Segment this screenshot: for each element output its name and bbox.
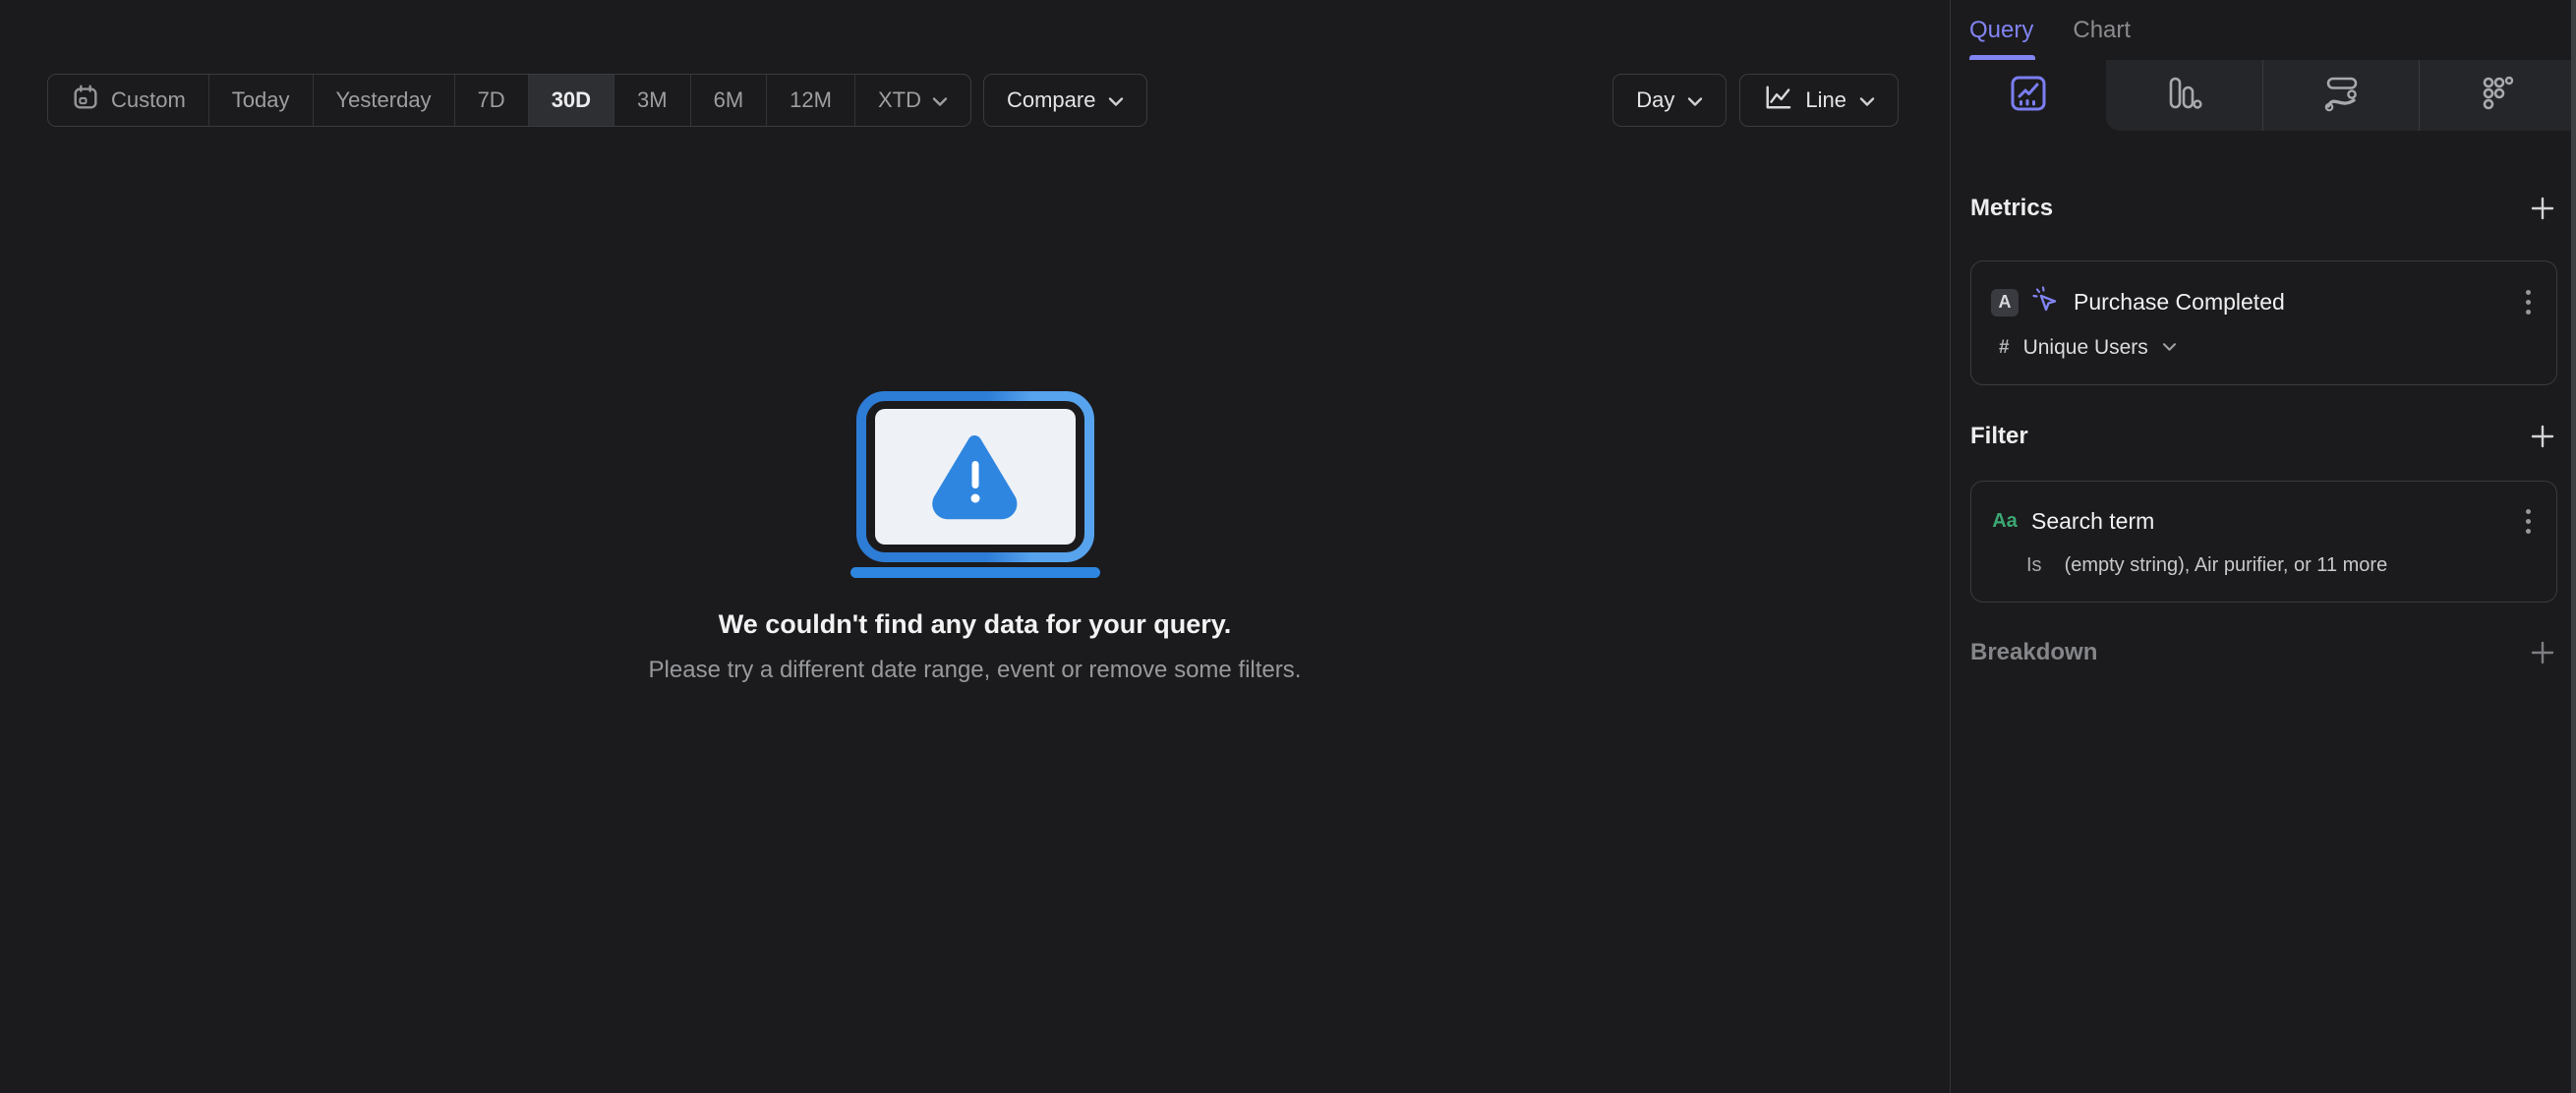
- aggregation-dropdown[interactable]: # Unique Users: [1991, 336, 2177, 360]
- query-toolbar: Custom Today Yesterday 7D 30D 3M 6M 12M …: [47, 74, 1899, 127]
- line-chart-icon: [1763, 84, 1792, 117]
- metric-card[interactable]: A Purchase Completed # Unique Users: [1970, 260, 2557, 385]
- date-range-xtd[interactable]: XTD: [855, 75, 970, 126]
- funnels-icon: [2165, 75, 2202, 117]
- plus-icon: [2531, 641, 2554, 664]
- laptop-warning-illustration: [846, 391, 1105, 583]
- filter-section-header: Filter: [1970, 422, 2557, 451]
- metric-row: A Purchase Completed: [1991, 285, 2537, 319]
- filter-heading: Filter: [1970, 423, 2028, 449]
- date-controls: Custom Today Yesterday 7D 30D 3M 6M 12M …: [47, 74, 1148, 127]
- display-controls: Day Line: [1612, 74, 1899, 127]
- filter-options-kebab[interactable]: [2520, 505, 2537, 538]
- query-builder-panel: Query Chart Metrics A Purchase Completed…: [1950, 0, 2576, 1093]
- plus-icon: [2531, 425, 2554, 448]
- empty-state-title: We couldn't find any data for your query…: [718, 609, 1232, 639]
- date-range-today[interactable]: Today: [209, 75, 314, 126]
- breakdown-heading: Breakdown: [1970, 639, 2098, 665]
- tab-retention[interactable]: [2419, 60, 2576, 131]
- no-data-empty-state: We couldn't find any data for your query…: [0, 390, 1950, 684]
- tab-flows[interactable]: [2261, 60, 2420, 131]
- metrics-heading: Metrics: [1970, 195, 2054, 221]
- date-range-label: Custom: [111, 87, 186, 112]
- panel-scrollbar[interactable]: [2571, 0, 2576, 1093]
- empty-state-subtitle: Please try a different date range, event…: [648, 657, 1302, 683]
- metric-aggregation-row: # Unique Users: [1991, 336, 2537, 360]
- chevron-down-icon: [1687, 87, 1703, 113]
- chart-type-dropdown[interactable]: Line: [1739, 74, 1899, 127]
- metric-options-kebab[interactable]: [2520, 286, 2537, 318]
- add-breakdown-button[interactable]: [2528, 638, 2557, 667]
- flows-icon: [2321, 74, 2361, 118]
- date-range-6m[interactable]: 6M: [691, 75, 768, 126]
- tab-funnels[interactable]: [2106, 60, 2262, 131]
- filter-card[interactable]: Aa Search term Is (empty string), Air pu…: [1970, 481, 2557, 603]
- report-type-tabs: [1951, 60, 2576, 131]
- tab-query[interactable]: Query: [1969, 0, 2036, 60]
- chart-canvas-area: Custom Today Yesterday 7D 30D 3M 6M 12M …: [0, 0, 1950, 1093]
- metric-event-name[interactable]: Purchase Completed: [2074, 289, 2285, 316]
- date-range-30d[interactable]: 30D: [528, 75, 615, 126]
- filter-row: Aa Search term: [1991, 505, 2537, 538]
- plus-icon: [2531, 197, 2554, 220]
- date-range-7d[interactable]: 7D: [455, 75, 529, 126]
- date-range-12m[interactable]: 12M: [767, 75, 855, 126]
- add-filter-button[interactable]: [2528, 422, 2557, 451]
- compare-dropdown[interactable]: Compare: [982, 74, 1148, 127]
- date-range-custom[interactable]: Custom: [48, 75, 209, 126]
- date-range-segmented-control: Custom Today Yesterday 7D 30D 3M 6M 12M …: [47, 74, 971, 127]
- retention-icon: [2479, 74, 2518, 118]
- metric-letter-badge: A: [1991, 288, 2019, 316]
- granularity-dropdown[interactable]: Day: [1612, 74, 1727, 127]
- panel-tabs: Query Chart: [1951, 0, 2576, 60]
- calendar-icon: [71, 83, 100, 118]
- chevron-down-icon: [2162, 339, 2177, 357]
- date-range-yesterday[interactable]: Yesterday: [314, 75, 455, 126]
- tab-chart[interactable]: Chart: [2073, 0, 2131, 60]
- filter-property-name[interactable]: Search term: [2031, 508, 2154, 535]
- count-icon: #: [1999, 337, 2010, 358]
- chevron-down-icon: [1859, 87, 1875, 113]
- chevron-down-icon: [1108, 87, 1124, 113]
- insights-icon: [2009, 74, 2048, 118]
- tab-insights[interactable]: [1951, 60, 2106, 131]
- query-sections: Metrics A Purchase Completed # Unique Us…: [1951, 194, 2576, 667]
- add-metric-button[interactable]: [2528, 194, 2557, 223]
- metrics-section-header: Metrics: [1970, 194, 2557, 223]
- string-property-icon: Aa: [1992, 510, 2018, 532]
- chevron-down-icon: [932, 87, 948, 113]
- event-icon: [2031, 285, 2061, 319]
- filter-operator[interactable]: Is: [2026, 554, 2042, 577]
- filter-condition-row: Is (empty string), Air purifier, or 11 m…: [1991, 554, 2537, 577]
- breakdown-section-header: Breakdown: [1970, 638, 2557, 667]
- report-type-tabs-inactive: [2106, 60, 2576, 131]
- filter-values[interactable]: (empty string), Air purifier, or 11 more: [2065, 554, 2388, 577]
- date-range-3m[interactable]: 3M: [615, 75, 691, 126]
